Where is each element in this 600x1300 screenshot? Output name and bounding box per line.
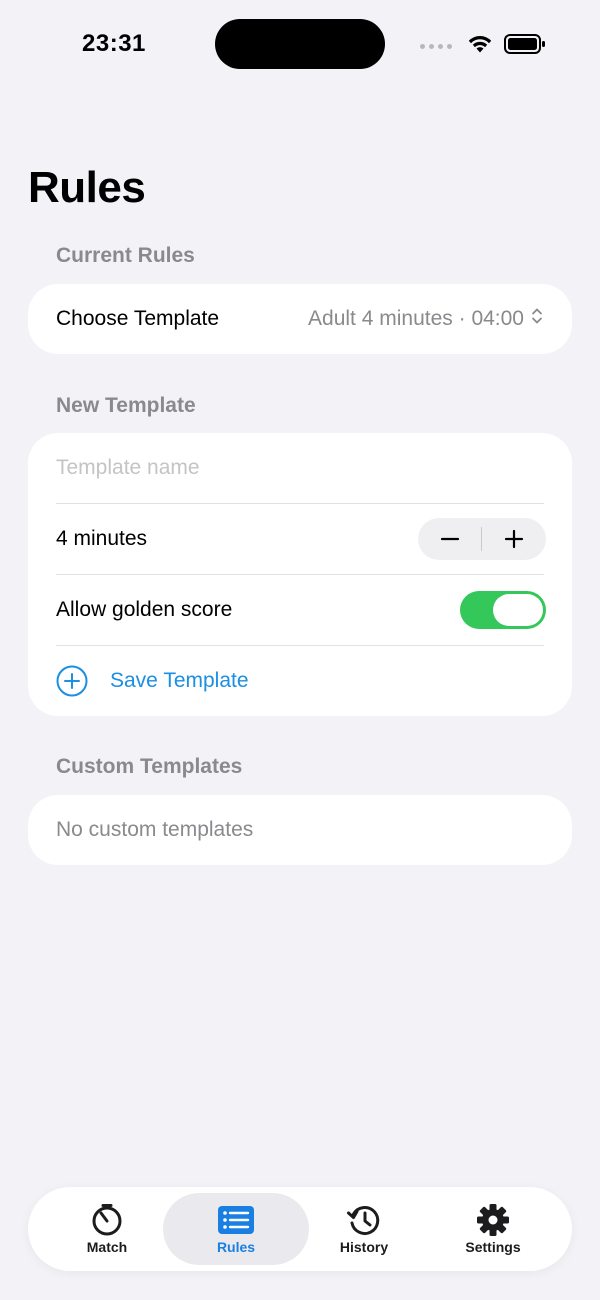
history-icon: [346, 1203, 382, 1237]
status-indicators: [420, 33, 546, 60]
tab-label: Rules: [216, 1239, 256, 1255]
new-template-card: Template name 4 minutes Allow golden sco…: [28, 433, 572, 716]
golden-score-label: Allow golden score: [56, 598, 233, 621]
tab-match[interactable]: Match: [34, 1193, 180, 1265]
section-header-new-template: New Template: [56, 394, 196, 417]
custom-templates-card: No custom templates: [28, 795, 572, 865]
empty-state-text: No custom templates: [56, 818, 254, 841]
template-name-row[interactable]: Template name: [56, 433, 544, 504]
save-template-label: Save Template: [110, 669, 249, 692]
section-header-custom-templates: Custom Templates: [56, 755, 243, 778]
timer-icon: [90, 1203, 124, 1237]
template-name-input[interactable]: Template name: [56, 456, 544, 480]
wifi-icon: [466, 33, 494, 60]
tab-bar: Match Rules History Settings: [28, 1187, 572, 1271]
plus-circle-icon: [56, 665, 88, 697]
section-header-current-rules: Current Rules: [56, 244, 195, 267]
tab-label: History: [339, 1239, 389, 1255]
template-picker[interactable]: Adult 4 minutes · 04:00: [308, 306, 544, 332]
status-bar: 23:31: [0, 0, 600, 90]
dynamic-island: [215, 19, 385, 69]
tab-label: Settings: [465, 1239, 521, 1255]
status-time: 23:31: [82, 30, 146, 57]
tab-label: Match: [86, 1239, 128, 1255]
tab-rules[interactable]: Rules: [163, 1193, 309, 1265]
battery-icon: [504, 34, 546, 59]
tab-settings[interactable]: Settings: [420, 1193, 566, 1265]
choose-template-label: Choose Template: [56, 307, 220, 330]
tab-history[interactable]: History: [291, 1193, 437, 1265]
golden-score-toggle[interactable]: [460, 591, 546, 629]
stepper-divider: [481, 527, 482, 551]
gear-icon: [476, 1203, 510, 1237]
decrement-button[interactable]: [418, 518, 482, 560]
page-title: Rules: [28, 163, 146, 212]
increment-button[interactable]: [482, 518, 546, 560]
minus-icon: [440, 537, 460, 541]
plus-icon: [504, 529, 524, 549]
selected-template-value: Adult 4 minutes · 04:00: [308, 307, 524, 330]
toggle-knob: [493, 594, 543, 626]
duration-row: 4 minutes: [56, 504, 546, 575]
chevron-up-down-icon: [530, 306, 544, 332]
choose-template-row[interactable]: Choose Template Adult 4 minutes · 04:00: [56, 284, 544, 354]
duration-label: 4 minutes: [56, 527, 148, 550]
duration-stepper[interactable]: [418, 518, 546, 560]
golden-score-row: Allow golden score: [56, 575, 546, 646]
save-template-button[interactable]: Save Template: [56, 646, 544, 716]
empty-state-row: No custom templates: [56, 795, 544, 865]
list-icon: [217, 1203, 255, 1237]
cellular-signal-icon: [420, 44, 452, 49]
current-rules-card: Choose Template Adult 4 minutes · 04:00: [28, 284, 572, 354]
